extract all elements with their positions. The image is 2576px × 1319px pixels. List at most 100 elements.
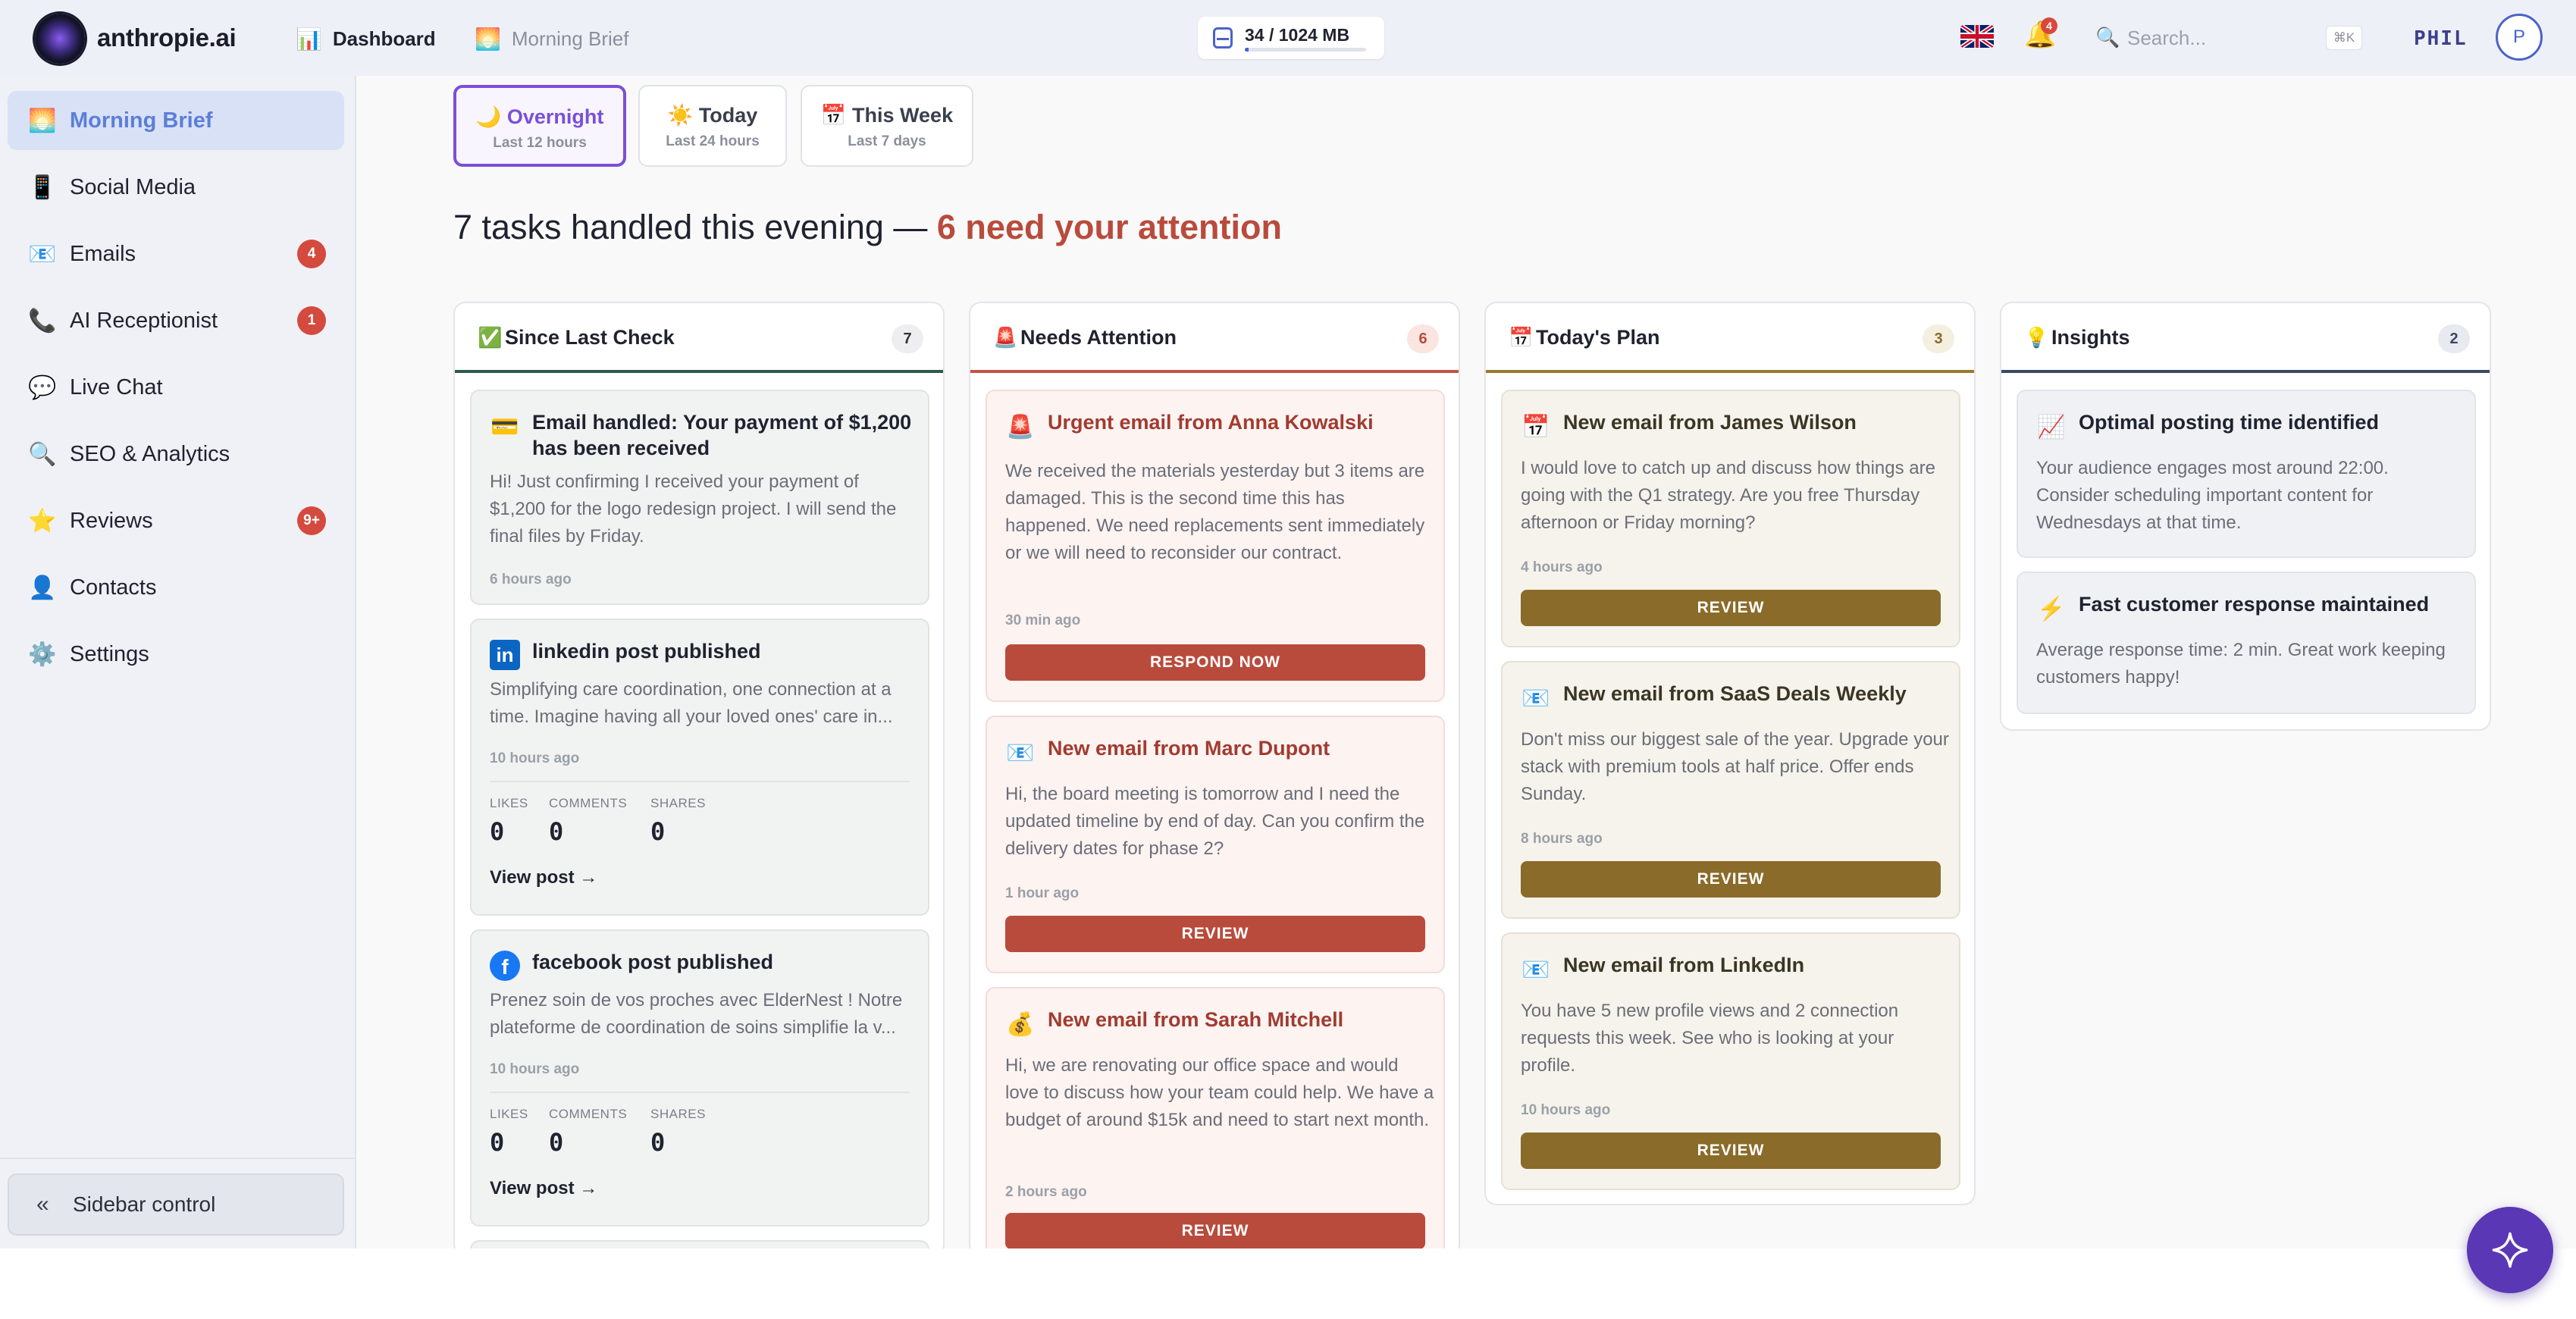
column-header: 💡 Insights 2	[2001, 303, 2490, 373]
view-post-link[interactable]: View post →	[490, 867, 597, 888]
search-input[interactable]	[2127, 21, 2339, 55]
lightning-icon: ⚡	[2037, 597, 2066, 622]
sidebar-item-label: Social Media	[70, 174, 196, 199]
sidebar-divider	[0, 1158, 356, 1159]
user-name[interactable]: PHIL	[2414, 27, 2468, 50]
insight-card[interactable]: ⚡ Fast customer response maintained Aver…	[2017, 572, 2476, 714]
card-time: 10 hours ago	[490, 750, 580, 766]
column-todays-plan: 📅 Today's Plan 3 📅 New email from James …	[1484, 302, 1976, 1205]
column-since-last-check: ✅ Since Last Check 7 💳 Email handled: Yo…	[453, 302, 945, 1249]
sidebar-item-label: Contacts	[70, 575, 157, 600]
social-post-card[interactable]: in linkedin post published Simplifying c…	[470, 619, 929, 916]
sidebar-item-seo-analytics[interactable]: 🔍 SEO & Analytics	[8, 425, 344, 484]
sidebar-item-emails[interactable]: 📧 Emails 4	[8, 224, 344, 284]
headline-accent: 6 need your attention	[936, 208, 1282, 246]
star-icon: ⭐	[28, 508, 57, 534]
metric-label: SHARES	[650, 1107, 706, 1121]
task-card[interactable]: 📧 New email from Marc Dupont Hi, the boa…	[986, 716, 1445, 973]
notifications-button[interactable]: 🔔 4	[2024, 17, 2057, 50]
review-button[interactable]: REVIEW	[1521, 1133, 1941, 1169]
insight-card[interactable]: 📈 Optimal posting time identified Your a…	[2017, 390, 2476, 558]
metric-likes: LIKES 0	[490, 796, 528, 846]
mail-icon: 📧	[1521, 957, 1550, 982]
card-body: I would love to catch up and discuss how…	[1521, 458, 1935, 533]
tab-today-sub: Last 24 hours	[666, 133, 760, 149]
search-icon: 🔍	[2095, 26, 2120, 49]
card-time: 6 hours ago	[490, 572, 572, 587]
review-button[interactable]: REVIEW	[1005, 916, 1425, 952]
post-metrics: LIKES 0 COMMENTS 0 SHARES 0	[490, 1092, 910, 1157]
sidebar-item-ai-receptionist[interactable]: 📞 AI Receptionist 1	[8, 291, 344, 350]
review-button[interactable]: REVIEW	[1005, 1213, 1425, 1249]
sidebar-item-live-chat[interactable]: 💬 Live Chat	[8, 358, 344, 417]
main-content: 🌙 Overnight Last 12 hours ☀️ Today Last …	[356, 76, 2576, 1249]
metric-value: 0	[549, 1128, 564, 1157]
respond-now-button[interactable]: RESPOND NOW	[1005, 644, 1425, 681]
metric-label: SHARES	[650, 796, 706, 810]
metric-value: 0	[650, 817, 666, 846]
column-insights: 💡 Insights 2 📈 Optimal posting time iden…	[2000, 302, 2491, 731]
card-title: facebook post published	[532, 951, 774, 973]
task-card[interactable]: 📧 New email from SaaS Deals Weekly Don't…	[1501, 661, 1960, 919]
tab-overnight[interactable]: 🌙 Overnight Last 12 hours	[453, 85, 626, 167]
task-card-partial[interactable]	[470, 1240, 929, 1249]
column-title: Insights	[2051, 326, 2130, 349]
sidebar-item-social-media[interactable]: 📱 Social Media	[8, 158, 344, 217]
bar-chart-icon: 📊	[296, 27, 322, 51]
column-header: ✅ Since Last Check 7	[455, 303, 943, 373]
credit-card-icon: 💳	[490, 415, 519, 440]
database-icon	[1213, 27, 1233, 49]
view-post-link[interactable]: View post →	[490, 1178, 597, 1199]
card-body: Prenez soin de vos proches avec ElderNes…	[490, 990, 903, 1038]
sidebar-item-morning-brief[interactable]: 🌅 Morning Brief	[8, 91, 344, 150]
sparkle-icon	[2492, 1232, 2528, 1268]
column-title: Today's Plan	[1536, 326, 1660, 349]
sidebar-item-label: Reviews	[70, 508, 153, 533]
sidebar-item-contacts[interactable]: 👤 Contacts	[8, 558, 344, 617]
task-card[interactable]: 🚨 Urgent email from Anna Kowalski We rec…	[986, 390, 1445, 702]
card-title: New email from LinkedIn	[1563, 954, 1805, 976]
review-button[interactable]: REVIEW	[1521, 861, 1941, 898]
sidebar-item-label: AI Receptionist	[70, 308, 218, 333]
task-card[interactable]: 💰 New email from Sarah Mitchell Hi, we a…	[986, 987, 1445, 1249]
check-icon: ✅	[478, 326, 503, 349]
reviews-count-badge: 9+	[297, 506, 326, 535]
social-post-card[interactable]: f facebook post published Prenez soin de…	[470, 929, 929, 1227]
sidebar-item-label: Live Chat	[70, 374, 163, 399]
ai-assistant-button[interactable]	[2467, 1207, 2553, 1293]
task-card[interactable]: 💳 Email handled: Your payment of $1,200 …	[470, 390, 929, 605]
sidebar-control-label: Sidebar control	[73, 1192, 216, 1216]
task-card[interactable]: 📅 New email from James Wilson I would lo…	[1501, 390, 1960, 647]
app-name[interactable]: anthropie.ai	[97, 23, 237, 52]
task-card[interactable]: 📧 New email from LinkedIn You have 5 new…	[1501, 932, 1960, 1190]
card-title: linkedin post published	[532, 640, 761, 663]
uk-flag-icon[interactable]	[1960, 25, 1994, 48]
lightbulb-icon: 💡	[2024, 326, 2049, 349]
nav-morning-brief[interactable]: 🌅 Morning Brief	[475, 25, 629, 52]
sidebar-item-reviews[interactable]: ⭐ Reviews 9+	[8, 491, 344, 550]
gear-icon: ⚙️	[28, 641, 57, 667]
collapse-chevron-icon: «	[36, 1192, 49, 1217]
column-needs-attention: 🚨 Needs Attention 6 🚨 Urgent email from …	[969, 302, 1460, 1249]
card-body: Don't miss our biggest sale of the year.…	[1521, 729, 1949, 804]
column-count-badge: 6	[1407, 324, 1439, 353]
nav-dashboard[interactable]: 📊 Dashboard	[296, 25, 436, 52]
tab-this-week[interactable]: 📅 This Week Last 7 days	[801, 85, 973, 167]
tab-today-label: Today	[698, 104, 758, 127]
metric-value: 0	[490, 1128, 505, 1157]
tab-today[interactable]: ☀️ Today Last 24 hours	[638, 85, 787, 167]
nav-morning-brief-label: Morning Brief	[511, 27, 629, 50]
post-metrics: LIKES 0 COMMENTS 0 SHARES 0	[490, 781, 910, 846]
review-button[interactable]: REVIEW	[1521, 590, 1941, 626]
card-time: 4 hours ago	[1521, 559, 1603, 575]
sidebar-item-label: Morning Brief	[70, 108, 213, 133]
sidebar-item-settings[interactable]: ⚙️ Settings	[8, 625, 344, 684]
sidebar-control-button[interactable]: « Sidebar control	[8, 1173, 344, 1236]
avatar[interactable]: P	[2496, 14, 2543, 61]
metric-shares: SHARES 0	[650, 1107, 706, 1157]
siren-icon: 🚨	[993, 326, 1018, 349]
app-logo[interactable]	[35, 14, 85, 64]
storage-indicator[interactable]: 34 / 1024 MB	[1198, 17, 1384, 59]
metric-value: 0	[549, 817, 564, 846]
card-body: Simplifying care coordination, one conne…	[490, 679, 893, 727]
